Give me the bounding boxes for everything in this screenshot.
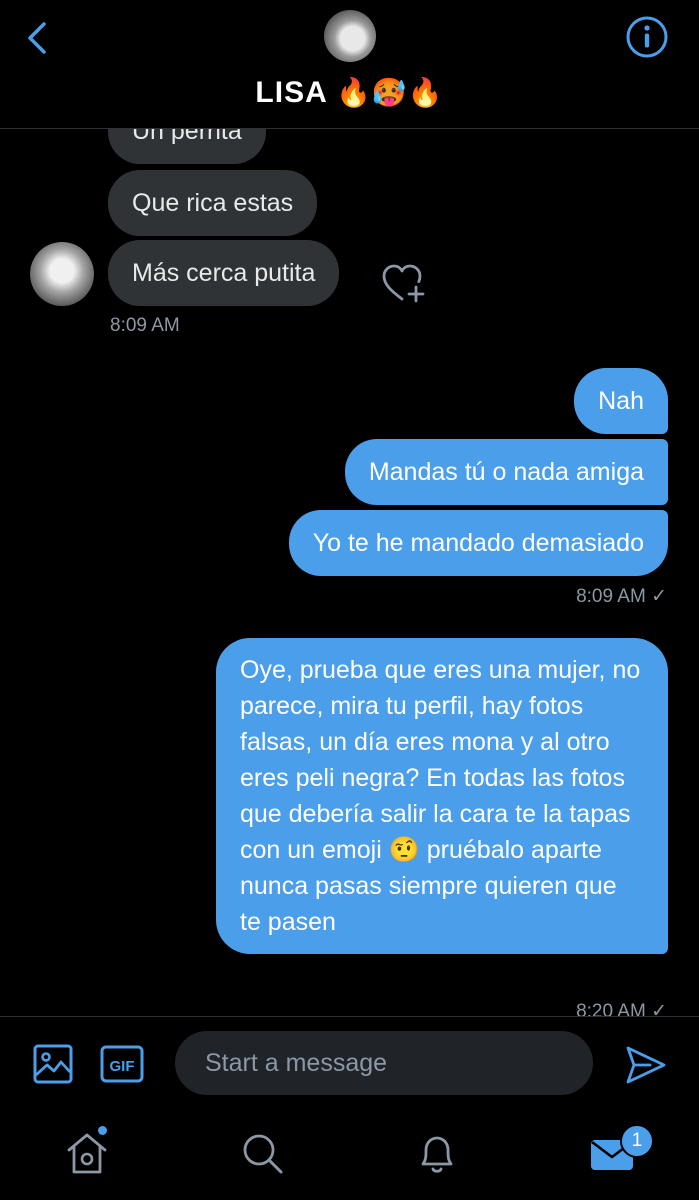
send-button[interactable] xyxy=(624,1043,668,1087)
back-button[interactable] xyxy=(18,18,58,58)
contact-name[interactable]: LISA 🔥🥵🔥 xyxy=(0,76,699,110)
contact-name-text: LISA xyxy=(255,76,327,109)
bell-icon xyxy=(421,1136,453,1173)
incoming-message[interactable]: Que rica estas xyxy=(108,170,318,236)
gif-label: GIF xyxy=(110,1058,135,1075)
composer-bar: GIF xyxy=(0,1016,699,1111)
incoming-message[interactable]: Un perrita xyxy=(108,128,266,164)
home-activity-dot xyxy=(98,1126,107,1135)
heart-plus-icon xyxy=(382,264,425,303)
info-icon xyxy=(626,16,668,58)
send-icon xyxy=(626,1046,666,1084)
conversation-header: LISA 🔥🥵🔥 xyxy=(0,0,699,129)
contact-avatar[interactable] xyxy=(324,10,376,62)
outgoing-message[interactable]: Mandas tú o nada amiga xyxy=(344,439,668,505)
search-icon xyxy=(243,1134,283,1174)
gif-icon: GIF xyxy=(100,1045,144,1083)
incoming-message[interactable]: Más cerca putita xyxy=(108,240,340,306)
image-icon xyxy=(33,1044,73,1084)
info-button[interactable] xyxy=(624,14,670,60)
tab-home[interactable] xyxy=(62,1128,112,1178)
tab-notifications[interactable] xyxy=(412,1128,462,1178)
outgoing-message[interactable]: Yo te he mandado demasiado xyxy=(288,510,668,576)
message-timestamp: 8:09 AM ✓ xyxy=(576,586,667,607)
outgoing-message[interactable]: Oye, prueba que eres una mujer, no parec… xyxy=(216,638,668,954)
message-thread[interactable]: Un perrita Que rica estas Más cerca puti… xyxy=(0,128,699,1016)
bottom-tab-bar xyxy=(0,1110,699,1200)
home-icon xyxy=(67,1133,107,1174)
contact-name-emojis: 🔥🥵🔥 xyxy=(335,76,444,109)
sender-avatar[interactable] xyxy=(30,242,94,306)
chevron-left-icon xyxy=(28,22,46,54)
message-timestamp: 8:20 AM ✓ xyxy=(576,1001,667,1016)
tab-search[interactable] xyxy=(237,1128,287,1178)
gif-button[interactable]: GIF xyxy=(100,1044,144,1084)
message-input[interactable] xyxy=(175,1031,593,1095)
media-button[interactable] xyxy=(32,1043,74,1085)
messages-badge: 1 xyxy=(620,1124,654,1158)
message-timestamp: 8:09 AM xyxy=(110,315,180,336)
outgoing-message[interactable]: Nah xyxy=(574,368,668,434)
react-button[interactable] xyxy=(380,262,428,306)
